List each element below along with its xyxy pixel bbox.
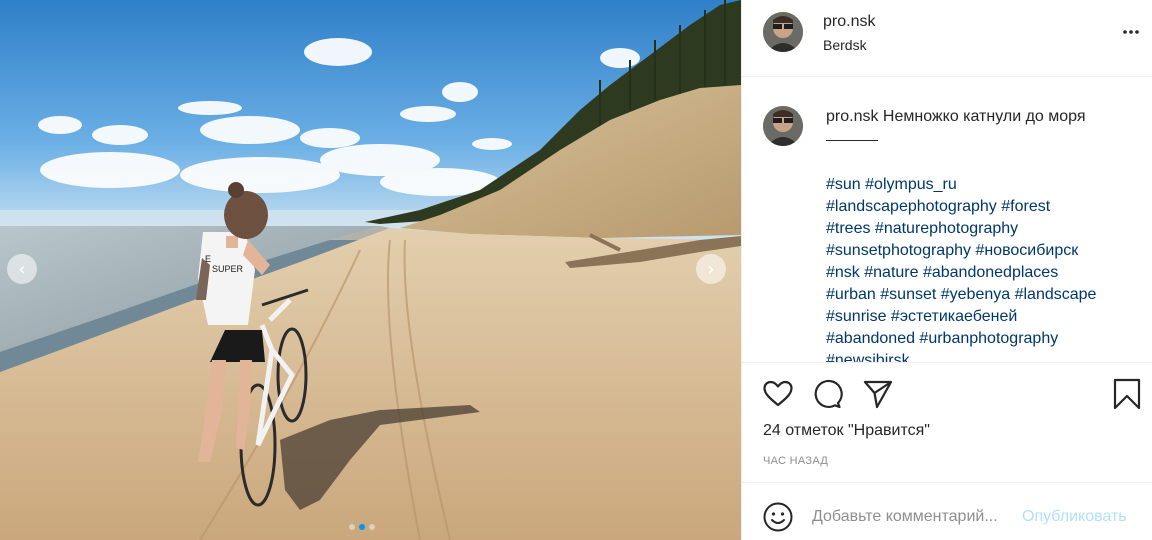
caption-username[interactable]: pro.nsk	[826, 108, 878, 125]
bookmark-icon[interactable]	[1111, 378, 1143, 410]
hashtag-line[interactable]: #sunsetphotography #новосибирск	[826, 240, 1146, 262]
caption-divider	[826, 140, 878, 141]
post-photo[interactable]: E SUPER ‹ ›	[0, 0, 741, 540]
paper-plane-icon[interactable]	[862, 378, 894, 410]
chevron-right-icon: ›	[707, 258, 715, 280]
likes-count[interactable]: 24 отметок "Нравится"	[763, 422, 930, 440]
caption: pro.nsk Немножко катнули до моря	[826, 108, 1086, 126]
profile-photo	[763, 12, 803, 52]
hashtag-line[interactable]: #trees #naturephotography	[826, 218, 1146, 240]
hashtag-line[interactable]: #newsibirsk	[826, 350, 1146, 362]
comment-icon[interactable]	[811, 378, 843, 410]
location[interactable]: Berdsk	[823, 37, 867, 53]
more-horizontal-icon[interactable]	[1119, 20, 1143, 44]
add-comment-bar: Опубликовать	[742, 482, 1152, 540]
heart-icon[interactable]	[762, 378, 794, 410]
publish-button[interactable]: Опубликовать	[1022, 508, 1127, 526]
post-side-panel: pro.nsk Berdsk pro.nsk Немножко катнули …	[741, 0, 1152, 540]
carousel-prev-button[interactable]: ‹	[7, 254, 37, 284]
hashtag-line[interactable]: #sun #olympus_ru	[826, 174, 1146, 196]
hashtag-line[interactable]: #sunrise #эстетикаебеней	[826, 306, 1146, 328]
hashtag-line[interactable]: #abandoned #urbanphotography	[826, 328, 1146, 350]
hashtag-line[interactable]: #urban #sunset #yebenya #landscape	[826, 284, 1146, 306]
post-actions: 24 отметок "Нравится" ЧАС НАЗАД	[742, 362, 1152, 482]
shirt-print-2: SUPER	[212, 264, 244, 274]
comment-input[interactable]	[812, 501, 1022, 533]
hashtag-line[interactable]: #landscapephotography #forest	[826, 196, 1146, 218]
carousel-next-button[interactable]: ›	[696, 254, 726, 284]
hashtag-list: #sun #olympus_ru #landscapephotography #…	[826, 174, 1146, 362]
avatar[interactable]	[763, 12, 803, 52]
comments-section[interactable]: pro.nsk Немножко катнули до моря #sun #o…	[742, 78, 1152, 362]
username[interactable]: pro.nsk	[823, 13, 875, 31]
carousel-dot-active	[359, 524, 365, 530]
profile-photo	[763, 106, 803, 146]
beach-photo: E SUPER	[0, 0, 741, 540]
post-timestamp[interactable]: ЧАС НАЗАД	[763, 455, 828, 467]
smiley-icon[interactable]	[762, 501, 794, 533]
carousel-indicator	[349, 524, 375, 530]
chevron-left-icon: ‹	[18, 258, 26, 280]
post-header: pro.nsk Berdsk	[742, 0, 1152, 77]
shirt-print-1: E	[205, 254, 211, 264]
hashtag-line[interactable]: #nsk #nature #abandonedplaces	[826, 262, 1146, 284]
caption-text: Немножко катнули до моря	[882, 108, 1086, 125]
carousel-dot	[349, 524, 355, 530]
carousel-dot	[369, 524, 375, 530]
avatar[interactable]	[763, 106, 803, 146]
